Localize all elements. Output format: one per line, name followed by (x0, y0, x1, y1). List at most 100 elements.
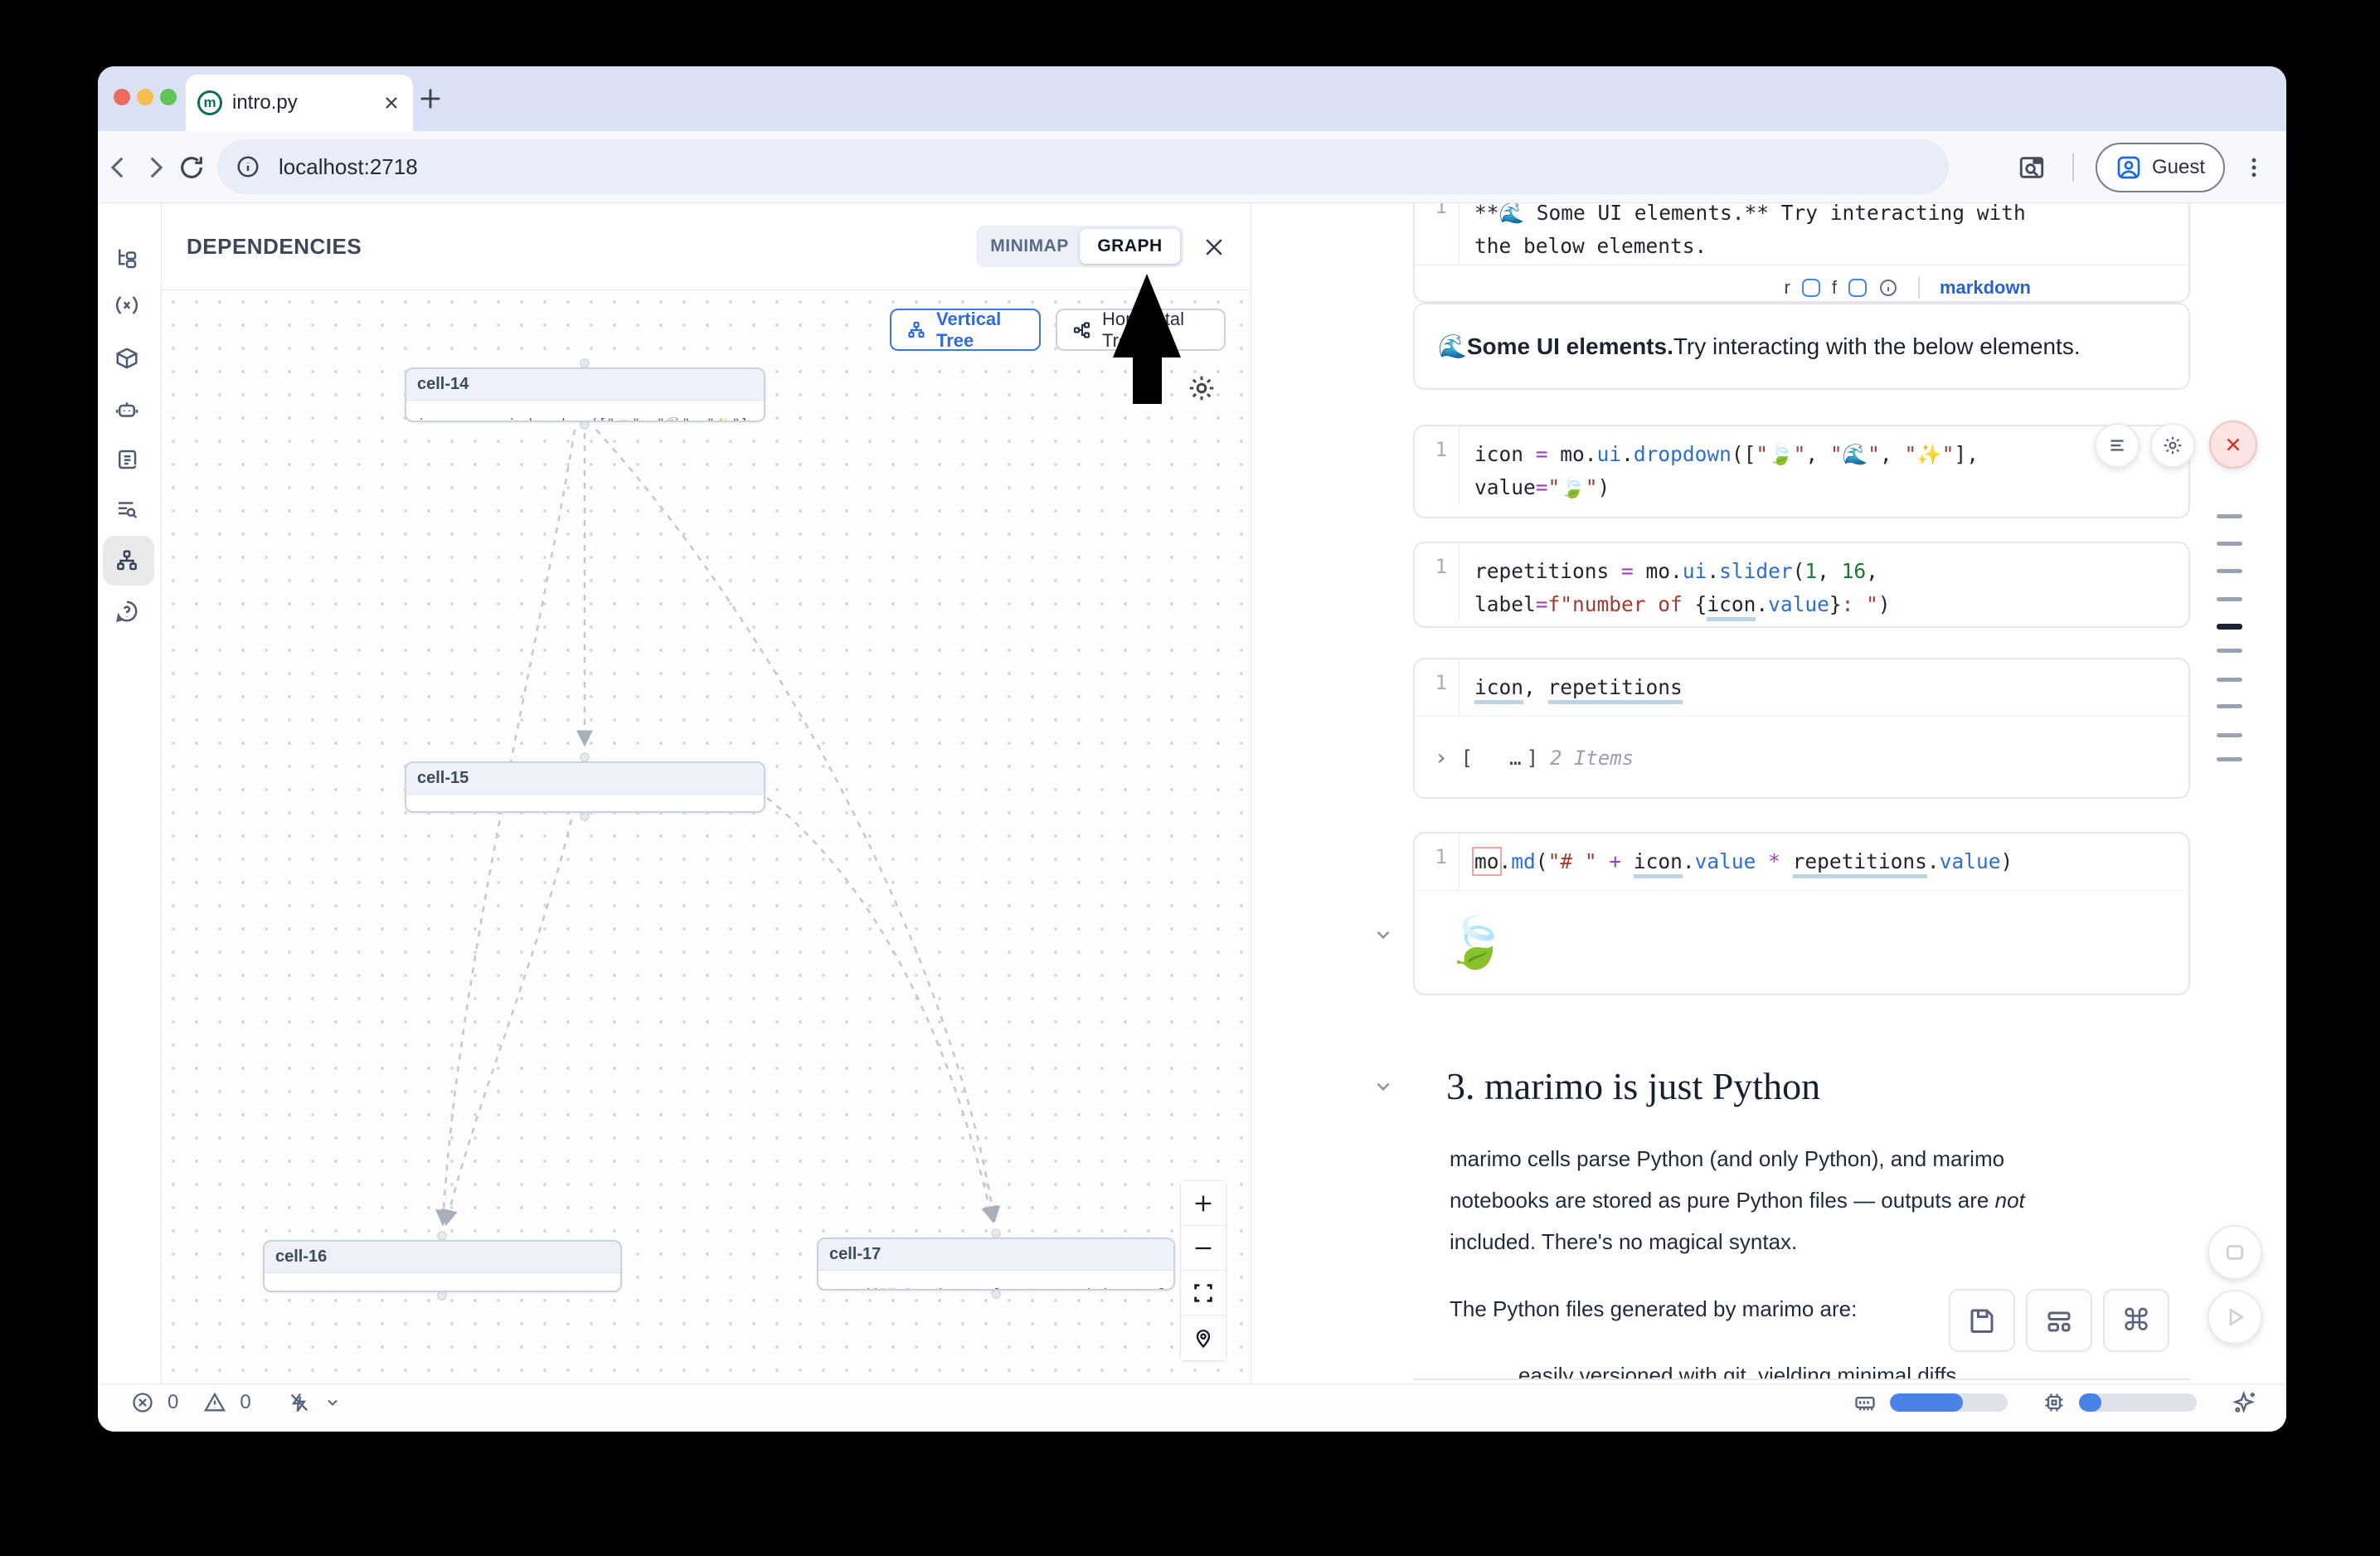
minimap-dash[interactable] (2217, 649, 2242, 653)
errors-icon[interactable] (131, 1391, 154, 1414)
layout-button[interactable] (2026, 1289, 2092, 1352)
code-editor[interactable]: icon = mo.ui.dropdown(["🍃", "🌊", "✨"],va… (1460, 426, 1979, 504)
language-label[interactable]: markdown (1940, 277, 2031, 299)
toolbar-divider (2072, 153, 2074, 182)
variables-icon[interactable] (114, 293, 139, 318)
code-cell-momd[interactable]: 1 mo.md("# " + icon.value * repetitions.… (1413, 832, 2190, 995)
code-cell-tuple[interactable]: 1 icon, repetitions › [ … ] 2 Items (1413, 658, 2190, 799)
expand-chevron[interactable]: › (1435, 746, 1448, 771)
browser-tab[interactable]: m intro.py (186, 75, 413, 131)
packages-icon[interactable] (114, 346, 139, 371)
collapse-chevron-icon[interactable] (1372, 924, 1394, 946)
minimap-dash[interactable] (2217, 514, 2242, 518)
code-token: = (1536, 475, 1548, 499)
graph-canvas[interactable]: Vertical Tree Horizontal Tree cell-14 ic… (162, 290, 1251, 1383)
tab-minimap[interactable]: MINIMAP (979, 229, 1080, 264)
graph-settings-icon[interactable] (1187, 373, 1217, 403)
tab-close-icon[interactable] (381, 93, 401, 113)
toggle-f-checkbox[interactable] (1848, 279, 1867, 297)
notebook-settings-button[interactable] (2150, 423, 2195, 468)
search-logs-icon[interactable] (114, 497, 139, 522)
code-cell-slider[interactable]: 1 repetitions = mo.ui.slider(1, 16,label… (1413, 542, 2190, 628)
horizontal-tree-button[interactable]: Horizontal Tree (1056, 309, 1226, 351)
notebook-area: 1 **🌊 Some UI elements.** Try interactin… (1251, 203, 2286, 1383)
stop-button[interactable] (2208, 1225, 2262, 1280)
zoom-in-button[interactable] (1181, 1181, 1226, 1226)
minimap-dash[interactable] (2217, 757, 2242, 761)
code-token: , (1866, 559, 1878, 583)
run-button[interactable] (2208, 1290, 2262, 1344)
minimap-dash[interactable] (2217, 678, 2242, 682)
url-bar[interactable]: localhost:2718 (217, 139, 1949, 194)
minimap-dash[interactable] (2217, 569, 2242, 573)
cell-info-icon[interactable] (1878, 278, 1898, 298)
minimap-dash[interactable] (2217, 624, 2242, 630)
code-editor[interactable]: icon, repetitions (1460, 659, 1683, 716)
minimap-dash[interactable] (2217, 597, 2242, 601)
warnings-icon[interactable] (203, 1391, 226, 1414)
mac-minimize-button[interactable] (137, 89, 153, 105)
markdown-source-cell[interactable]: 1 **🌊 Some UI elements.** Try interactin… (1413, 203, 2190, 303)
mac-zoom-button[interactable] (160, 89, 177, 105)
code-token: = (1536, 592, 1548, 616)
profile-button[interactable]: Guest (2096, 143, 2225, 192)
notebook-menu-button[interactable] (2095, 423, 2140, 468)
minimap-dash[interactable] (2217, 704, 2242, 708)
help-icon[interactable] (114, 599, 139, 624)
paragraph-line: notebooks are stored as pure Python file… (1450, 1188, 2025, 1213)
toggle-r-checkbox[interactable] (1802, 279, 1820, 297)
code-token: ( (1536, 849, 1548, 873)
code-token: ui (1683, 559, 1707, 583)
shortcuts-button[interactable]: ⌘ (2103, 1289, 2169, 1352)
code-token: { (1695, 592, 1707, 616)
bracket-open: [ (1461, 746, 1473, 770)
vertical-tree-button[interactable]: Vertical Tree (890, 309, 1041, 351)
tab-title: intro.py (232, 91, 381, 114)
chevron-down-icon[interactable] (324, 1394, 341, 1411)
minimap-dash[interactable] (2217, 733, 2242, 737)
forward-icon[interactable] (141, 153, 169, 182)
code-token: ui (1597, 442, 1622, 466)
reload-icon[interactable] (177, 153, 206, 182)
line-number: 1 (1415, 659, 1460, 716)
file-explorer-icon[interactable] (114, 246, 139, 271)
locate-button[interactable] (1181, 1315, 1226, 1360)
code-token: value (1474, 475, 1536, 499)
minimap-dash[interactable] (2217, 542, 2242, 546)
line-number: 1 (1415, 426, 1460, 504)
dependency-graph-icon[interactable] (114, 548, 139, 573)
graph-node-cell-15[interactable]: cell-15 repetitions = mo.ui.slider(1, 16… (405, 761, 765, 813)
code-editor[interactable]: repetitions = mo.ui.slider(1, 16,label=f… (1460, 543, 1891, 621)
snippets-icon[interactable] (114, 447, 139, 472)
graph-node-cell-16[interactable]: cell-16 icon, repetitions (263, 1240, 622, 1292)
back-icon[interactable] (104, 153, 133, 182)
save-icon (1967, 1306, 1997, 1335)
tab-search-icon[interactable] (2018, 153, 2046, 182)
code-editor[interactable]: **🌊 Some UI elements.** Try interacting … (1460, 203, 2026, 263)
code-token: . (1670, 559, 1683, 583)
fit-view-button[interactable] (1181, 1271, 1226, 1315)
mac-close-button[interactable] (114, 89, 130, 105)
graph-node-cell-14[interactable]: cell-14 icon = mo.ui.dropdown(["🍃", "🌊",… (405, 367, 765, 422)
graph-node-cell-17[interactable]: cell-17 mo.md("# " + icon.value * repeti… (817, 1238, 1175, 1291)
shutdown-button[interactable] (2209, 421, 2257, 469)
code-token: "🍃" (1756, 442, 1805, 466)
new-tab-icon[interactable] (416, 85, 444, 113)
tab-graph[interactable]: GRAPH (1080, 229, 1180, 264)
code-token: 1 (1804, 559, 1817, 583)
autorun-off-icon[interactable] (288, 1391, 311, 1414)
ai-sparkle-icon[interactable] (2232, 1389, 2258, 1416)
browser-menu-icon[interactable] (2242, 153, 2266, 182)
save-button[interactable] (1949, 1289, 2015, 1352)
code-cell-dropdown[interactable]: 1 icon = mo.ui.dropdown(["🍃", "🌊", "✨"],… (1413, 425, 2190, 518)
section-collapse-icon[interactable] (1372, 1076, 1394, 1097)
code-editor[interactable]: mo.md("# " + icon.value * repetitions.va… (1460, 834, 2013, 890)
panel-close-icon[interactable] (1202, 235, 1226, 260)
zoom-out-button[interactable] (1181, 1226, 1226, 1271)
site-info-icon[interactable] (236, 154, 260, 179)
code-token: value (1768, 592, 1829, 616)
code-token: repetitions (1793, 849, 1927, 878)
paragraph-line: marimo cells parse Python (and only Pyth… (1450, 1146, 2004, 1172)
ai-assistant-icon[interactable] (114, 397, 139, 422)
dependencies-panel: DEPENDENCIES MINIMAP GRAPH (162, 203, 1251, 1383)
